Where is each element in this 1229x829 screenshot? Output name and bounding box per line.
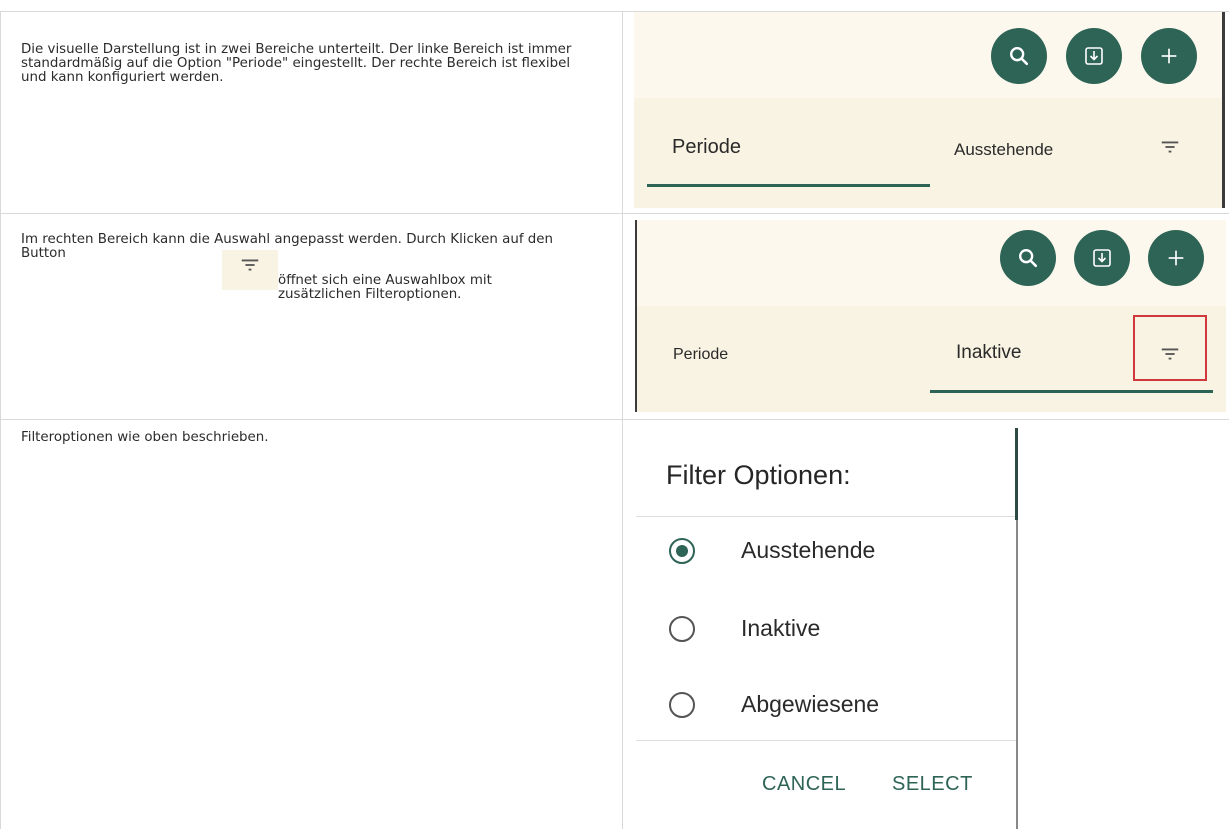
option-label: Ausstehende xyxy=(741,537,876,563)
filter-option-ausstehende[interactable]: Ausstehende xyxy=(636,528,1016,578)
table-row-divider xyxy=(0,213,1229,214)
row2-description-text-end: öffnet sich eine Auswahlbox mit zusätzli… xyxy=(278,273,492,302)
filter-dialog: Filter Optionen: Ausstehende Inaktive Ab… xyxy=(636,430,1016,829)
cancel-button[interactable]: CANCEL xyxy=(762,773,846,796)
tab-inaktive[interactable]: Inaktive xyxy=(956,342,1021,364)
active-tab-indicator xyxy=(930,390,1213,393)
download-button[interactable] xyxy=(1066,28,1122,84)
table-row-divider xyxy=(0,419,1229,420)
add-icon xyxy=(1161,48,1177,64)
option-label: Inaktive xyxy=(741,615,821,641)
add-button[interactable] xyxy=(1141,28,1197,84)
filter-option-inaktive[interactable]: Inaktive xyxy=(636,606,1016,656)
option-label: Abgewiesene xyxy=(741,691,880,717)
screenshot-edge xyxy=(635,220,637,412)
screenshot-edge xyxy=(1222,12,1225,208)
radio-unselected-icon[interactable] xyxy=(669,692,695,718)
inline-filter-button-image xyxy=(222,250,278,290)
download-icon xyxy=(1093,249,1111,267)
tab-periode[interactable]: Periode xyxy=(672,136,741,159)
row1-app-screenshot: Periode Ausstehende xyxy=(634,12,1224,208)
add-icon xyxy=(1168,250,1184,266)
search-button[interactable] xyxy=(991,28,1047,84)
row2-app-screenshot: Periode Inaktive xyxy=(636,220,1226,412)
table-border-left xyxy=(0,11,1,829)
row3-description: Filteroptionen wie oben beschrieben. xyxy=(21,430,269,445)
radio-unselected-icon[interactable] xyxy=(669,616,695,642)
search-button[interactable] xyxy=(1000,230,1056,286)
radio-selected-icon[interactable] xyxy=(669,538,695,564)
filter-icon xyxy=(241,259,259,271)
dialog-scrollbar[interactable] xyxy=(1015,428,1018,520)
tab-ausstehende[interactable]: Ausstehende xyxy=(954,140,1053,160)
table-column-divider xyxy=(622,11,623,829)
active-tab-indicator xyxy=(647,184,930,187)
app-toolbar xyxy=(634,12,1224,100)
search-icon xyxy=(1019,249,1038,268)
row1-description: Die visuelle Darstellung ist in zwei Ber… xyxy=(21,42,572,85)
download-button[interactable] xyxy=(1074,230,1130,286)
dialog-divider xyxy=(636,740,1016,741)
tab-periode[interactable]: Periode xyxy=(673,346,728,364)
dialog-edge xyxy=(1016,520,1018,829)
search-icon xyxy=(1010,47,1029,66)
filter-option-abgewiesene[interactable]: Abgewiesene xyxy=(636,682,1016,732)
filter-icon[interactable] xyxy=(1159,136,1181,158)
select-button[interactable]: SELECT xyxy=(892,773,973,796)
dialog-divider xyxy=(636,516,1016,517)
filter-icon[interactable] xyxy=(1159,343,1181,365)
add-button[interactable] xyxy=(1148,230,1204,286)
row2-description-text-start: Im rechten Bereich kann die Auswahl ange… xyxy=(21,232,554,261)
dialog-title: Filter Optionen: xyxy=(666,460,851,490)
download-icon xyxy=(1085,47,1103,65)
